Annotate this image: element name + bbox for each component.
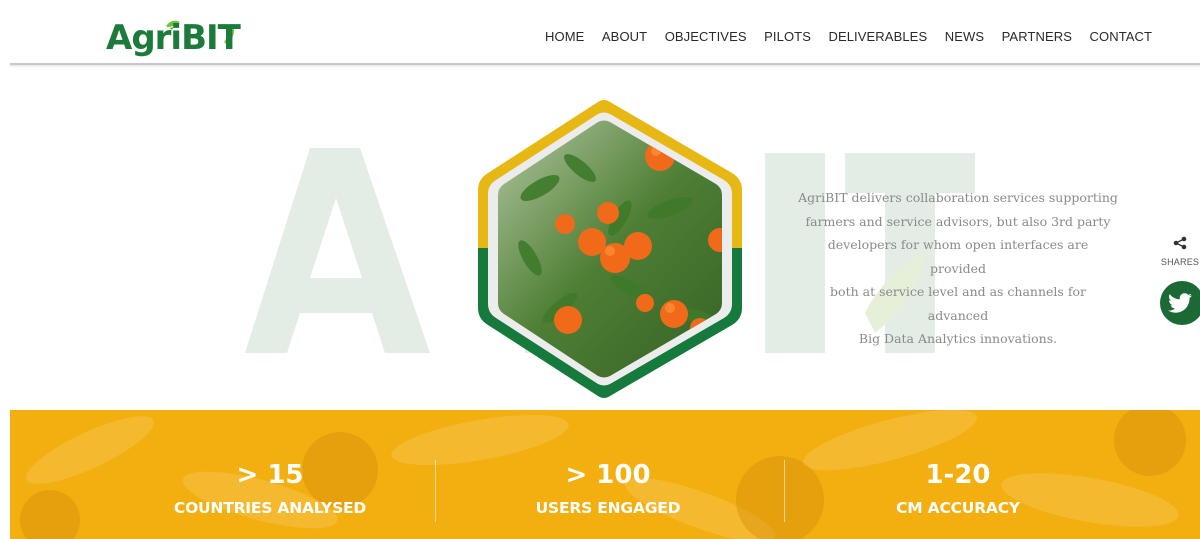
stat-divider xyxy=(784,460,785,522)
logo-text-bit: BIT xyxy=(181,18,241,58)
stat-value: > 15 xyxy=(236,460,304,490)
site-header: AgriBIT HOME ABOUT OBJECTIVES PILOTS DEL… xyxy=(0,0,1200,64)
logo-wordmark: AgriBIT xyxy=(106,18,241,58)
nav-home[interactable]: HOME xyxy=(545,29,584,45)
hero-description-line: developers for whom open interfaces are … xyxy=(827,237,1089,276)
stat-divider xyxy=(435,460,436,522)
logo-text-agri: Agri xyxy=(106,18,182,58)
share-label: SHARES xyxy=(1160,257,1200,267)
nav-objectives[interactable]: OBJECTIVES xyxy=(665,29,747,45)
hero-description-line: both at service level and as channels fo… xyxy=(830,284,1086,323)
hero-description-line: AgriBIT delivers collaboration services … xyxy=(798,190,1118,205)
twitter-share-button[interactable] xyxy=(1160,281,1200,325)
stat-value: > 100 xyxy=(565,460,651,490)
site-logo[interactable]: AgriBIT xyxy=(106,14,246,62)
stat-label: COUNTRIES ANALYSED xyxy=(173,499,367,517)
hero-description-line: farmers and service advisors, but also 3… xyxy=(805,213,1111,229)
twitter-icon xyxy=(1168,293,1192,313)
stat-label: USERS ENGAGED xyxy=(535,499,681,517)
share-icon xyxy=(1173,236,1187,250)
nav-contact[interactable]: CONTACT xyxy=(1090,29,1153,45)
hero-hexagon-image xyxy=(478,100,742,398)
hero-description-line: Big Data Analytics innovations. xyxy=(858,331,1058,346)
stat-label: CM ACCURACY xyxy=(896,499,1020,517)
stat-users: > 100 USERS ENGAGED xyxy=(458,460,758,518)
nav-partners[interactable]: PARTNERS xyxy=(1002,29,1072,45)
share-counter[interactable]: SHARES xyxy=(1160,236,1200,267)
main-nav: HOME ABOUT OBJECTIVES PILOTS DELIVERABLE… xyxy=(545,29,1170,45)
hero-description: AgriBIT delivers collaboration services … xyxy=(798,186,1118,351)
stat-accuracy: 1-20 CM ACCURACY xyxy=(808,460,1108,518)
nav-deliverables[interactable]: DELIVERABLES xyxy=(828,29,927,45)
header-divider xyxy=(10,63,1200,65)
nav-pilots[interactable]: PILOTS xyxy=(764,29,811,45)
stats-band: > 15 COUNTRIES ANALYSED > 100 USERS ENGA… xyxy=(10,410,1200,539)
stat-value: 1-20 xyxy=(925,460,991,490)
nav-news[interactable]: NEWS xyxy=(945,29,984,45)
nav-about[interactable]: ABOUT xyxy=(602,29,647,45)
stat-countries: > 15 COUNTRIES ANALYSED xyxy=(120,460,420,518)
